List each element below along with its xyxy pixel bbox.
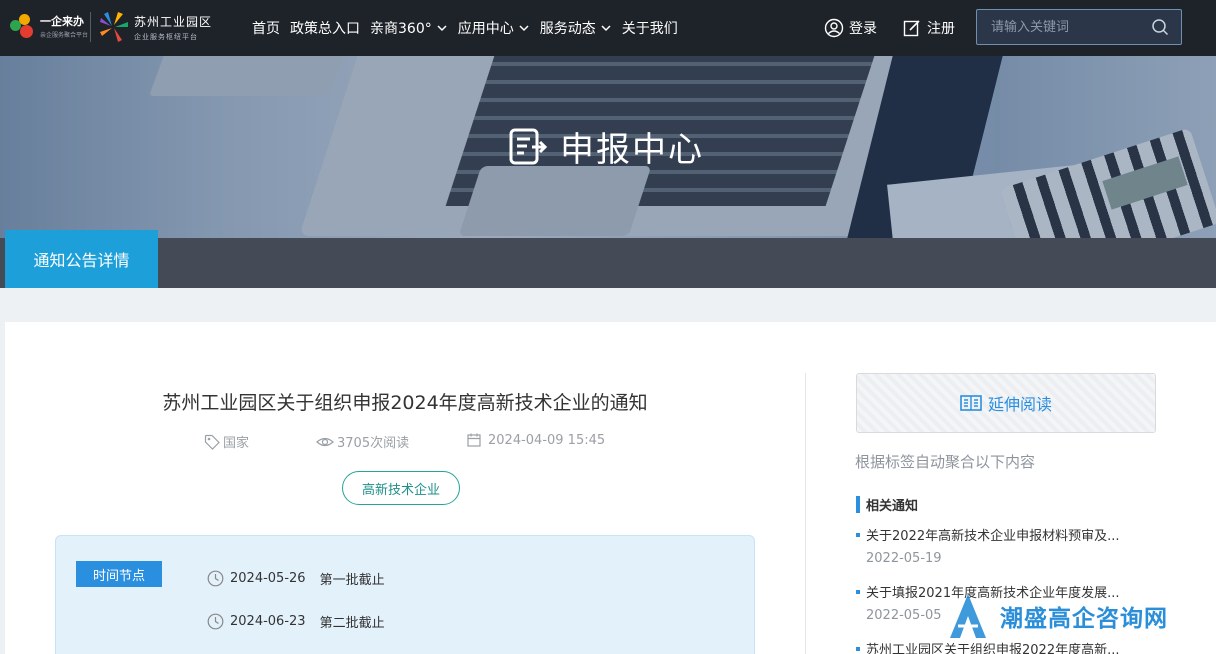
nav-qinshang-360[interactable]: 亲商360° [370,18,448,38]
related-notices-title: 相关通知 [866,499,919,514]
related-notice-title: 苏州工业园区关于组织申报2022年度高新... [866,643,1120,654]
sip-logo-icon [100,12,128,42]
watermark-logo-icon [950,594,986,638]
document-export-icon [509,128,548,164]
yiqilaiban-logo[interactable]: 一企来办 亲企服务聚合平台 [10,12,88,40]
related-notice-link[interactable]: 苏州工业园区关于组织申报2022年度高新... [856,639,1119,654]
related-notice-title: 关于2022年高新技术企业申报材料预审及... [866,529,1120,544]
calendar-icon [467,433,481,447]
tab-notice-detail[interactable]: 通知公告详情 [5,230,158,288]
logo-divider [90,12,91,42]
nav-about-us-label: 关于我们 [621,21,678,37]
article-title: 苏州工业园区关于组织申报2024年度高新技术企业的通知 [162,392,648,414]
banner-title-text: 申报中心 [560,130,704,170]
chevron-down-icon [601,25,611,32]
tag-high-tech-enterprise[interactable]: 高新技术企业 [342,471,460,505]
nav-service-news-label: 服务动态 [539,21,596,37]
banner-decoration [999,127,1216,238]
bullet-icon [856,532,860,537]
yiqilaiban-logo-icon [10,12,36,40]
heading-accent-bar [856,496,860,513]
search-input[interactable] [977,10,1147,44]
clock-icon [207,613,224,630]
banner-decoration [149,56,351,96]
banner-decoration [887,157,1153,238]
nav-app-center[interactable]: 应用中心 [458,18,530,38]
bullet-icon [856,646,860,651]
article-category-text: 国家 [223,436,250,451]
timeline-date: 2024-06-23 [230,614,306,629]
clock-icon [207,570,224,587]
register-label: 注册 [927,21,955,37]
banner-decoration [458,166,652,236]
chevron-down-icon [519,25,529,32]
logo2-name: 苏州工业园区 [134,14,213,29]
tag-icon [204,434,220,450]
related-notices-heading: 相关通知 [856,495,918,514]
timeline-panel [55,535,755,654]
timeline-item: 2024-06-23 第二批截止 [207,612,385,631]
tab-bar [0,238,1216,288]
nav-app-center-label: 应用中心 [457,21,514,37]
nav-home-label: 首页 [252,21,280,37]
tag-label: 高新技术企业 [361,482,440,498]
search-box [976,9,1182,45]
timeline-date: 2024-05-26 [230,571,306,586]
eye-icon [316,437,334,446]
login-button[interactable]: 登录 [824,0,877,56]
article-views-text: 3705次阅读 [337,436,410,451]
logo1-slogan: 亲企服务聚合平台 [40,32,89,39]
banner-decoration [847,56,1003,238]
related-notice-date: 2022-05-19 [866,551,942,566]
login-label: 登录 [849,21,877,37]
article-category: 国家 [204,432,249,451]
bullet-icon [856,589,860,594]
nav-home[interactable]: 首页 [252,18,280,38]
article-date: 2024-04-09 15:45 [466,432,605,448]
open-book-icon [960,395,982,411]
article-views: 3705次阅读 [316,432,409,451]
hero-banner: 申报中心 [0,56,1216,238]
timeline-desc: 第一批截止 [319,573,385,588]
extended-reading-label: 延伸阅读 [987,395,1052,414]
aggregation-note: 根据标签自动聚合以下内容 [855,453,1036,471]
timeline-label: 时间节点 [76,561,162,587]
search-icon[interactable] [1151,18,1169,36]
main-nav: 首页 政策总入口 亲商360° 应用中心 服务动态 关于我们 [252,0,688,56]
logo2-slogan: 企业服务枢纽平台 [134,32,198,41]
watermark-text: 潮盛高企咨询网 [1000,605,1168,632]
sip-logo[interactable]: 苏州工业园区 企业服务枢纽平台 [98,10,212,44]
related-notice-date: 2022-05-05 [866,608,942,623]
nav-qinshang-360-label: 亲商360° [370,21,432,37]
chevron-down-icon [437,25,447,32]
article-date-text: 2024-04-09 15:45 [488,432,606,448]
column-divider [805,373,806,654]
logo1-name: 一企来办 [40,15,84,28]
extended-reading-button[interactable]: 延伸阅读 [856,373,1156,433]
banner-title: 申报中心 [508,122,704,171]
related-notice-link[interactable]: 关于2022年高新技术企业申报材料预审及... [856,525,1119,544]
tab-notice-detail-label: 通知公告详情 [33,251,130,270]
timeline-desc: 第二批截止 [319,616,385,631]
register-button[interactable]: 注册 [902,0,955,56]
user-icon [824,18,844,38]
timeline-label-text: 时间节点 [92,568,145,584]
site-watermark: 潮盛高企咨询网 [948,592,1168,640]
edit-icon [903,20,920,37]
timeline-item: 2024-05-26 第一批截止 [207,569,385,588]
nav-policy-portal[interactable]: 政策总入口 [290,18,360,38]
nav-service-news[interactable]: 服务动态 [540,18,612,38]
nav-policy-portal-label: 政策总入口 [290,21,360,37]
nav-about-us[interactable]: 关于我们 [622,18,678,38]
banner-decoration [1102,156,1188,210]
